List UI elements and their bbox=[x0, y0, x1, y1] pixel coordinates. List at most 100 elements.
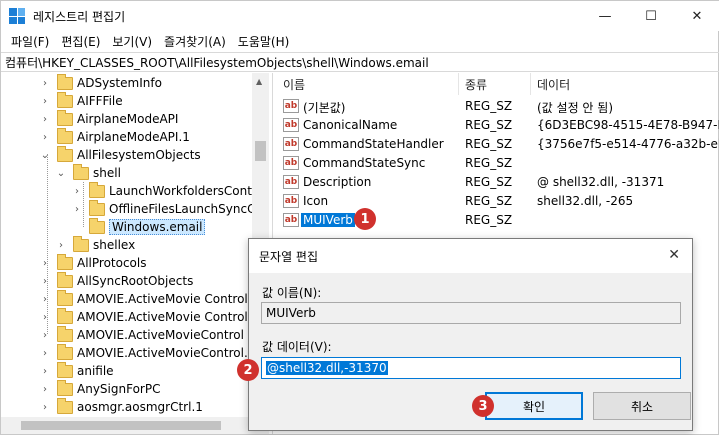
value-row[interactable]: ab CommandStateSync REG_SZ bbox=[277, 154, 719, 173]
ok-button[interactable]: 확인 bbox=[485, 392, 583, 420]
tree-item-label: OfflineFilesLaunchSyncCen bbox=[109, 202, 269, 216]
folder-icon bbox=[89, 217, 105, 234]
chevron-down-icon[interactable]: ⌄ bbox=[39, 150, 51, 161]
value-name-label: 값 이름(N): bbox=[262, 286, 322, 300]
value-row-selected[interactable]: ab MUIVerb REG_SZ bbox=[277, 211, 719, 230]
value-type: REG_SZ bbox=[465, 99, 513, 113]
tree-item[interactable]: › shellex bbox=[55, 235, 135, 254]
folder-icon bbox=[57, 109, 73, 126]
tree-item[interactable]: › AMOVIE.ActiveMovieControl bbox=[39, 325, 244, 344]
value-row[interactable]: ab Icon REG_SZ shell32.dll, -265 bbox=[277, 192, 719, 211]
step-badge-3: 3 bbox=[472, 395, 494, 417]
string-value-icon: ab bbox=[283, 213, 299, 227]
tree-item[interactable]: › AMOVIE.ActiveMovie Control.2 bbox=[39, 307, 259, 326]
tree-item[interactable]: › AllSyncRootObjects bbox=[39, 271, 193, 290]
scroll-thumb[interactable] bbox=[255, 141, 266, 161]
cancel-button[interactable]: 취소 bbox=[593, 392, 691, 420]
tree-item[interactable]: › OfflineFilesLaunchSyncCen bbox=[71, 199, 269, 218]
tree-item[interactable]: › AnySignForPC bbox=[39, 379, 160, 398]
chevron-right-icon[interactable]: › bbox=[39, 348, 51, 359]
chevron-right-icon[interactable]: › bbox=[39, 132, 51, 143]
chevron-right-icon[interactable]: › bbox=[39, 294, 51, 305]
value-row[interactable]: ab (기본값) REG_SZ (값 설정 안 됨) bbox=[277, 97, 719, 116]
window-title: 레지스트리 편집기 bbox=[33, 9, 126, 24]
value-data: shell32.dll, -265 bbox=[537, 194, 634, 208]
close-icon[interactable]: ✕ bbox=[668, 247, 680, 263]
value-name: CommandStateSync bbox=[303, 156, 426, 170]
chevron-right-icon[interactable]: › bbox=[71, 204, 83, 215]
tree-item[interactable]: › AMOVIE.ActiveMovie Control bbox=[39, 289, 248, 308]
folder-icon bbox=[57, 379, 73, 396]
value-row[interactable]: ab Description REG_SZ @ shell32.dll, -31… bbox=[277, 173, 719, 192]
tree-item[interactable]: › AirplaneModeAPI bbox=[39, 109, 179, 128]
chevron-right-icon[interactable]: › bbox=[39, 402, 51, 413]
folder-open-icon bbox=[57, 145, 73, 162]
tree-item[interactable]: Windows.email bbox=[71, 217, 206, 236]
chevron-right-icon[interactable]: › bbox=[39, 330, 51, 341]
close-button[interactable]: ✕ bbox=[674, 1, 719, 31]
chevron-right-icon[interactable]: › bbox=[39, 258, 51, 269]
chevron-right-icon[interactable]: › bbox=[39, 384, 51, 395]
chevron-right-icon[interactable]: › bbox=[39, 96, 51, 107]
string-value-icon: ab bbox=[283, 99, 299, 113]
value-data: @ shell32.dll, -31371 bbox=[537, 175, 665, 189]
chevron-right-icon[interactable]: › bbox=[39, 276, 51, 287]
registry-editor-window: 레지스트리 편집기 — ☐ ✕ 파일(F) 편집(E) 보기(V) 즐겨찾기(A… bbox=[0, 0, 719, 435]
tree-item[interactable]: › aosmgr.aosmgrCtrl.1 bbox=[39, 397, 203, 416]
tree-item[interactable]: › AirplaneModeAPI.1 bbox=[39, 127, 190, 146]
value-name: CanonicalName bbox=[303, 118, 398, 132]
scroll-thumb[interactable] bbox=[21, 421, 221, 430]
tree-item-label: aosmgr.aosmgrCtrl.1 bbox=[77, 400, 203, 414]
value-name-field[interactable]: MUIVerb bbox=[261, 302, 681, 324]
address-bar[interactable]: 컴퓨터\HKEY_CLASSES_ROOT\AllFilesystemObjec… bbox=[1, 52, 719, 72]
folder-icon bbox=[57, 271, 73, 288]
value-data: {6D3EBC98-4515-4E78-B947-EE7 bbox=[537, 118, 719, 132]
menu-view[interactable]: 보기(V) bbox=[106, 33, 158, 50]
dialog-title: 문자열 편집 ✕ bbox=[249, 239, 692, 273]
tree-horizontal-scrollbar[interactable] bbox=[1, 417, 269, 434]
folder-icon bbox=[57, 73, 73, 90]
key-tree: › ADSystemInfo › AIFFFile › AirplaneMode… bbox=[1, 73, 269, 417]
menu-file[interactable]: 파일(F) bbox=[5, 33, 55, 50]
tree-item[interactable]: › AIFFFile bbox=[39, 91, 123, 110]
column-header-type[interactable]: 종류 bbox=[459, 73, 531, 95]
value-data: (값 설정 안 됨) bbox=[537, 101, 614, 115]
tree-item-label: AIFFFile bbox=[77, 94, 123, 108]
chevron-right-icon[interactable]: › bbox=[39, 114, 51, 125]
value-data-label: 값 데이터(V): bbox=[262, 340, 332, 354]
chevron-right-icon[interactable]: › bbox=[71, 186, 83, 197]
column-header-name[interactable]: 이름 bbox=[277, 73, 459, 95]
tree-item[interactable]: ⌄ shell bbox=[55, 163, 121, 182]
menu-favorites[interactable]: 즐겨찾기(A) bbox=[158, 33, 232, 50]
tree-item[interactable]: › anifile bbox=[39, 361, 114, 380]
value-name: CommandStateHandler bbox=[303, 137, 444, 151]
folder-icon bbox=[57, 343, 73, 360]
value-row[interactable]: ab CommandStateHandler REG_SZ {3756e7f5-… bbox=[277, 135, 719, 154]
tree-item[interactable]: ⌄ AllFilesystemObjects bbox=[39, 145, 201, 164]
value-row[interactable]: ab CanonicalName REG_SZ {6D3EBC98-4515-4… bbox=[277, 116, 719, 135]
tree-item[interactable]: › ADSystemInfo bbox=[39, 73, 162, 92]
value-name: MUIVerb bbox=[301, 213, 355, 227]
tree-item[interactable]: › LaunchWorkfoldersControl bbox=[71, 181, 267, 200]
menu-edit[interactable]: 편집(E) bbox=[55, 33, 106, 50]
value-data-text: @shell32.dll,-31370 bbox=[266, 361, 388, 375]
column-header-data[interactable]: 데이터 bbox=[531, 73, 719, 95]
chevron-right-icon[interactable]: › bbox=[39, 366, 51, 377]
tree-item[interactable]: › AMOVIE.ActiveMovieControl.2 bbox=[39, 343, 256, 362]
title-bar: 레지스트리 편집기 — ☐ ✕ bbox=[1, 1, 719, 31]
minimize-button[interactable]: — bbox=[582, 1, 628, 31]
chevron-right-icon[interactable]: › bbox=[55, 240, 67, 251]
menu-help[interactable]: 도움말(H) bbox=[232, 33, 296, 50]
chevron-down-icon[interactable]: ⌄ bbox=[55, 168, 67, 179]
chevron-right-icon[interactable]: › bbox=[39, 312, 51, 323]
tree-item[interactable]: › AllProtocols bbox=[39, 253, 147, 272]
chevron-right-icon[interactable]: › bbox=[39, 78, 51, 89]
maximize-button[interactable]: ☐ bbox=[628, 1, 674, 31]
tree-item-label: AirplaneModeAPI bbox=[77, 112, 179, 126]
value-data-field[interactable]: @shell32.dll,-31370 bbox=[261, 357, 681, 379]
tree-item-label: AMOVIE.ActiveMovieControl.2 bbox=[77, 346, 256, 360]
folder-icon bbox=[73, 235, 89, 252]
tree-item-label: ADSystemInfo bbox=[77, 76, 162, 90]
folder-icon bbox=[89, 199, 105, 216]
scroll-up-arrow-icon[interactable]: ▲ bbox=[256, 77, 262, 86]
